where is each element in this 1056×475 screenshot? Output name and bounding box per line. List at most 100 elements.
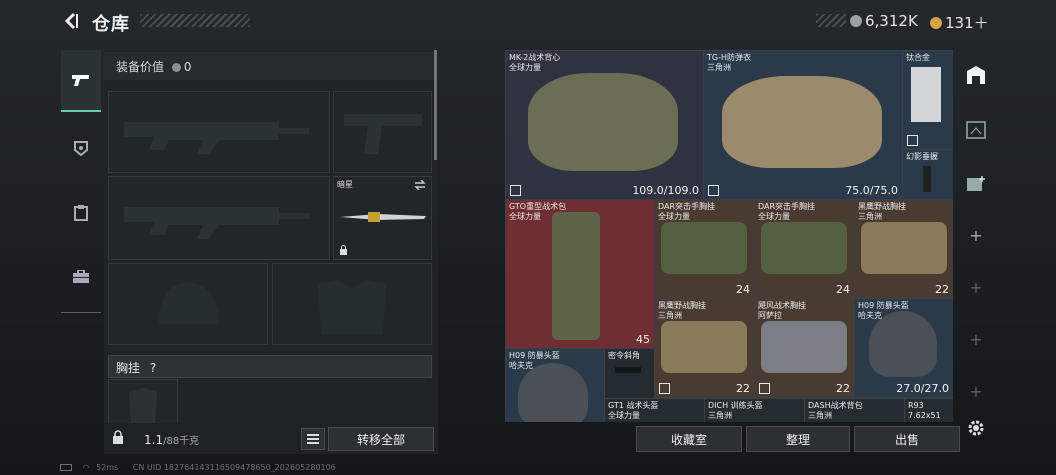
silver-coin-icon <box>850 15 862 27</box>
plus-icon[interactable]: + <box>958 330 994 349</box>
swap-icon[interactable] <box>414 180 426 190</box>
marked-icon <box>659 383 670 394</box>
item-durability: 27.0/27.0 <box>896 382 949 395</box>
chest-rig-image <box>761 321 847 373</box>
grid-item[interactable]: TG-H防弹衣 三角洲 75.0/75.0 <box>703 50 903 200</box>
silver-amount: 6,312K <box>865 12 918 30</box>
vest-image <box>528 73 678 171</box>
primary-weapon-slot[interactable] <box>108 91 330 173</box>
briefcase-icon <box>73 270 89 283</box>
mount-image <box>615 367 641 373</box>
collection-button[interactable]: 收藏室 <box>636 426 742 452</box>
back-arrow-icon[interactable] <box>62 11 80 31</box>
grid-item[interactable]: H09 防暴头盔 哈夫克 27.0/27.0 <box>854 298 953 398</box>
pistol-icon <box>72 75 89 86</box>
plus-icon[interactable]: + <box>958 226 994 245</box>
tabs-divider <box>61 312 101 313</box>
add-image-icon[interactable] <box>958 174 994 198</box>
status-footer: ◠ 52ms CN UID 18276414311650947865​0_202… <box>60 463 336 472</box>
grid-item[interactable]: 钛合金 <box>902 50 953 150</box>
transfer-all-button[interactable]: 转移全部 <box>328 427 434 451</box>
gold-currency[interactable]: 131＋ <box>930 12 989 33</box>
tab-cases[interactable] <box>61 257 101 297</box>
list-view-button[interactable] <box>301 428 325 450</box>
equipment-value-amount: 0 <box>183 60 192 74</box>
marked-icon <box>907 135 918 146</box>
equipment-scrollbar[interactable] <box>434 50 437 160</box>
currency-decoration <box>816 14 846 27</box>
lock-icon[interactable] <box>112 430 124 444</box>
sidearm-slot[interactable] <box>333 91 432 173</box>
helmet-slot[interactable] <box>108 263 268 345</box>
equipment-value-label: 装备价值 <box>116 60 165 74</box>
gold-coin-icon <box>930 17 942 29</box>
storage-sidebar: + + + + <box>958 50 994 422</box>
item-name: 密令斜角 <box>608 351 640 360</box>
plus-icon[interactable]: + <box>958 278 994 297</box>
armor-badge-icon <box>74 141 88 156</box>
silver-coin-icon <box>171 63 181 72</box>
level-frame-icon[interactable] <box>958 120 994 144</box>
vest-silhouette-icon <box>318 280 386 334</box>
grid-item[interactable]: GTO重型战术包 全球力量 45 <box>505 199 655 349</box>
chest-rig-title: 胸挂 <box>116 361 141 375</box>
carry-weight-current: 1.1 <box>144 433 164 447</box>
chest-rig-image <box>661 222 747 274</box>
grid-item[interactable]: MK-2战术背心 全球力量 109.0/109.0 <box>505 50 704 200</box>
help-icon[interactable]: ? <box>150 361 156 375</box>
carry-weight: 1.1/88千克 <box>144 432 199 447</box>
melee-name: 暗星 <box>337 180 353 189</box>
rifle-silhouette-icon <box>124 122 309 154</box>
gold-amount: 131＋ <box>945 14 989 32</box>
sell-button[interactable]: 出售 <box>854 426 960 452</box>
marked-icon <box>708 185 719 196</box>
item-capacity: 45 <box>636 333 650 346</box>
tab-weapons[interactable] <box>61 50 101 112</box>
tab-armor[interactable] <box>61 128 101 168</box>
grid-item[interactable]: DAR突击手胸挂 全球力量 24 <box>654 199 755 299</box>
item-name: DICH 训练头盔 三角洲 <box>708 401 763 420</box>
marked-icon <box>759 383 770 394</box>
marked-icon <box>510 185 521 196</box>
chest-rig-silhouette-icon <box>129 388 157 424</box>
grid-item[interactable]: DASH战术背包 三角洲 <box>804 398 905 422</box>
item-name: 黑鹰野战胸挂 三角洲 <box>658 301 706 320</box>
warehouse-grid: MK-2战术背心 全球力量 109.0/109.0 TG-H防弹衣 三角洲 75… <box>505 50 953 422</box>
grid-item[interactable]: 黑鹰野战胸挂 三角洲 22 <box>854 199 953 299</box>
grid-item[interactable]: DICH 训练头盔 三角洲 <box>704 398 805 422</box>
battery-icon <box>60 464 72 471</box>
item-name: 黑鹰野战胸挂 三角洲 <box>858 202 906 221</box>
item-name: H09 防暴头盔 哈夫克 <box>858 301 909 320</box>
item-capacity-value: 45 <box>636 333 650 346</box>
grid-item[interactable]: 幻影垂握 <box>902 149 953 200</box>
plus-icon[interactable]: + <box>958 382 994 401</box>
list-icon <box>307 434 319 444</box>
melee-slot[interactable]: 暗星 <box>333 176 432 260</box>
item-capacity: 24 <box>736 283 750 296</box>
title-decoration <box>140 14 250 27</box>
chest-rig-slot[interactable] <box>108 379 178 425</box>
secondary-weapon-slot[interactable] <box>108 176 330 260</box>
item-capacity: 22 <box>935 283 949 296</box>
plate-image <box>911 67 941 122</box>
item-name: TG-H防弹衣 三角洲 <box>707 53 751 72</box>
grid-item[interactable]: DAR突击手胸挂 全球力量 24 <box>754 199 855 299</box>
chest-rig-header <box>108 355 432 378</box>
grid-item[interactable]: 黑鹰野战胸挂 三角洲 22 <box>654 298 755 398</box>
silver-currency: 6,312K <box>850 12 918 30</box>
item-durability: 75.0/75.0 <box>845 184 898 197</box>
settings-icon[interactable] <box>966 418 986 442</box>
tab-gear[interactable] <box>61 193 101 233</box>
item-name: DASH战术背包 三角洲 <box>808 401 863 420</box>
grid-item[interactable]: R93 7.62x51 <box>904 398 953 422</box>
grid-item[interactable]: H09 防暴头盔 哈夫克 <box>505 348 605 422</box>
grid-item[interactable]: 飓风战术胸挂 阿萨拉 22 <box>754 298 855 398</box>
equipment-value: 装备价值 0 <box>116 58 191 75</box>
backpack-image <box>552 212 600 340</box>
body-armor-slot[interactable] <box>272 263 432 345</box>
grid-item[interactable]: GT1 战术头盔 全球力量 <box>604 398 705 422</box>
item-capacity: 24 <box>836 283 850 296</box>
storage-icon[interactable] <box>958 64 994 90</box>
grid-item[interactable]: 密令斜角 <box>604 348 655 399</box>
organize-button[interactable]: 整理 <box>746 426 850 452</box>
